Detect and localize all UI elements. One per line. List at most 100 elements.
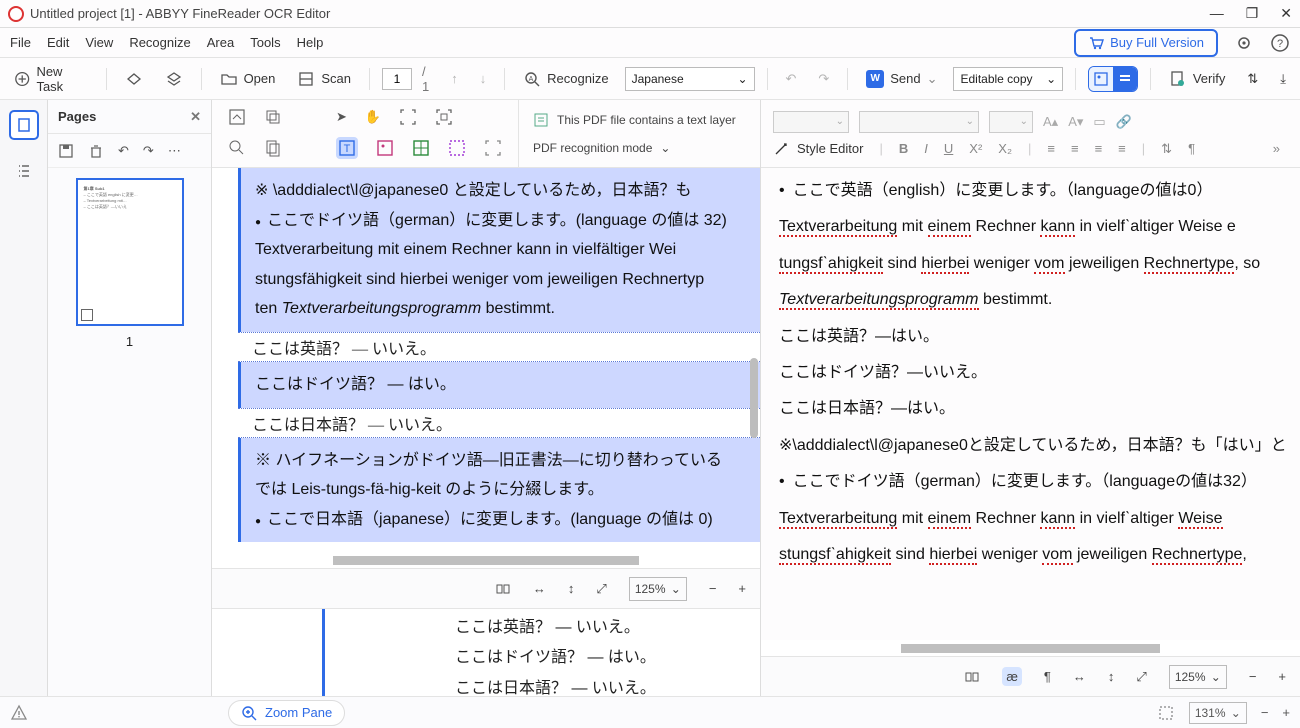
- vert-arrows-icon[interactable]: ↕: [1108, 669, 1115, 684]
- align-right-icon[interactable]: ≡: [1095, 141, 1103, 156]
- superscript-button[interactable]: X²: [969, 141, 982, 156]
- layout-toggle-1-icon[interactable]: [119, 66, 149, 92]
- copy-text-icon[interactable]: [264, 139, 282, 157]
- prev-page-button[interactable]: ↑: [445, 67, 464, 90]
- language-select[interactable]: Japanese⌄: [625, 67, 755, 91]
- horiz-arrows-icon[interactable]: ↔: [1073, 669, 1086, 684]
- picture-area-tool-icon[interactable]: [376, 139, 394, 157]
- crop-corners-icon[interactable]: [399, 108, 417, 126]
- text-area-tool-icon[interactable]: T: [336, 137, 358, 159]
- align-justify-icon[interactable]: ≡: [1118, 141, 1126, 156]
- subscript-button[interactable]: X₂: [998, 141, 1012, 156]
- align-center-icon[interactable]: ≡: [1071, 141, 1079, 156]
- highlight-icon[interactable]: ▭: [1093, 114, 1105, 130]
- footer-zoom-in-button[interactable]: +: [1282, 705, 1290, 720]
- split-view-icon[interactable]: [964, 669, 980, 685]
- goto-end-icon[interactable]: ⤓: [1274, 67, 1292, 91]
- help-icon[interactable]: ?: [1270, 33, 1290, 53]
- bold-button[interactable]: B: [899, 141, 908, 156]
- sort-asc-icon[interactable]: ⇅: [1241, 67, 1264, 91]
- link-icon[interactable]: 🔗: [1116, 114, 1132, 130]
- fit-width-icon[interactable]: [495, 581, 511, 597]
- menu-recognize[interactable]: Recognize: [129, 35, 190, 50]
- new-task-button[interactable]: New Task: [8, 60, 94, 98]
- vert-arrows-icon[interactable]: ↕: [568, 581, 575, 596]
- undo-button[interactable]: ↶: [779, 67, 802, 91]
- redo-page-icon[interactable]: ↷: [143, 143, 154, 159]
- redo-button[interactable]: ↷: [812, 67, 835, 91]
- font-family-select[interactable]: ⌄: [773, 111, 849, 133]
- zoom-in-button[interactable]: +: [738, 581, 746, 596]
- tab-document-icon[interactable]: [9, 110, 39, 140]
- recognize-button[interactable]: A Recognize: [517, 66, 614, 92]
- zoom-out-button[interactable]: −: [709, 581, 717, 596]
- image-document-view[interactable]: ※ \adddialect\l@japanese0 と設定しているため，日本語？…: [212, 168, 760, 552]
- menu-tools[interactable]: Tools: [250, 35, 280, 50]
- zoom-pane-view[interactable]: ここは英語？ — いいえ。 ここはドイツ語？ — はい。 ここは日本語？ — い…: [212, 608, 760, 696]
- font-size-select[interactable]: ⌄: [989, 111, 1033, 133]
- menu-view[interactable]: View: [85, 35, 113, 50]
- text-zoom-select[interactable]: 125%⌄: [1169, 665, 1227, 689]
- open-button[interactable]: Open: [214, 66, 282, 92]
- menu-file[interactable]: File: [10, 35, 31, 50]
- increase-font-icon[interactable]: A▴: [1043, 114, 1058, 130]
- zoom-in-button[interactable]: +: [1278, 669, 1286, 684]
- footer-zoom-out-button[interactable]: −: [1261, 705, 1269, 720]
- warning-icon[interactable]: [10, 704, 28, 722]
- hand-tool-icon[interactable]: ✋: [365, 109, 381, 125]
- expand-icon[interactable]: ⤢: [596, 581, 606, 597]
- send-button[interactable]: W Send ⌄: [860, 66, 943, 92]
- overflow-icon[interactable]: »: [1273, 141, 1280, 156]
- layout-toggle-2-icon[interactable]: [159, 66, 189, 92]
- vertical-scrollbar[interactable]: [750, 358, 758, 438]
- para-style-select[interactable]: ⌄: [859, 111, 979, 133]
- page-number-input[interactable]: [382, 68, 412, 90]
- menu-area[interactable]: Area: [207, 35, 234, 50]
- text-document-view[interactable]: ここで英語（english）に変更します。（languageの値は0） Text…: [761, 168, 1300, 640]
- minimize-button[interactable]: ―: [1210, 5, 1224, 22]
- next-page-button[interactable]: ↓: [474, 67, 493, 90]
- background-area-tool-icon[interactable]: [448, 139, 466, 157]
- copy-mode-select[interactable]: Editable copy⌄: [953, 67, 1063, 91]
- close-button[interactable]: ✕: [1280, 5, 1292, 22]
- maximize-button[interactable]: ❐: [1246, 5, 1259, 22]
- text-horizontal-scrollbar[interactable]: [761, 640, 1300, 656]
- scan-button[interactable]: Scan: [291, 66, 357, 92]
- table-area-tool-icon[interactable]: [412, 139, 430, 157]
- view-mode-toggle[interactable]: [1088, 66, 1138, 92]
- crop-corners-out-icon[interactable]: [435, 108, 453, 126]
- verify-button[interactable]: Verify: [1163, 66, 1232, 92]
- pilcrow-icon[interactable]: ¶: [1044, 669, 1051, 684]
- line-spacing-icon[interactable]: ⇅: [1161, 141, 1172, 157]
- image-zoom-select[interactable]: 125%⌄: [629, 577, 687, 601]
- horizontal-scrollbar[interactable]: [212, 552, 760, 568]
- footer-zoom-select[interactable]: 131%⌄: [1189, 702, 1247, 724]
- recognition-mode-dropdown[interactable]: PDF recognition mode⌄: [533, 141, 736, 155]
- expand-icon[interactable]: ⤢: [1136, 669, 1146, 685]
- selection-mode-icon[interactable]: [1157, 704, 1175, 722]
- italic-button[interactable]: I: [924, 141, 928, 156]
- view-mode-image-icon[interactable]: [1089, 67, 1113, 91]
- view-mode-text-icon[interactable]: [1113, 67, 1137, 91]
- special-chars-icon[interactable]: æ: [1002, 667, 1022, 686]
- ocr-area-icon[interactable]: [228, 139, 246, 157]
- zoom-pane-button[interactable]: Zoom Pane: [228, 700, 345, 726]
- more-page-icon[interactable]: ⋯: [168, 143, 181, 159]
- close-panel-icon[interactable]: ✕: [190, 109, 201, 125]
- align-left-icon[interactable]: ≡: [1047, 141, 1055, 156]
- horiz-arrows-icon[interactable]: ↔: [533, 581, 546, 596]
- tab-outline-icon[interactable]: [15, 162, 33, 180]
- delete-page-icon[interactable]: [88, 143, 104, 159]
- edit-image-icon[interactable]: [228, 108, 246, 126]
- undo-page-icon[interactable]: ↶: [118, 143, 129, 159]
- pointer-tool-icon[interactable]: ➤: [336, 109, 347, 125]
- copy-area-icon[interactable]: [264, 108, 282, 126]
- menu-help[interactable]: Help: [297, 35, 324, 50]
- fullscreen-area-icon[interactable]: [484, 139, 502, 157]
- page-thumbnail-1[interactable]: 第1章 Sub1 – ここで英語 english に変更… – Textvera…: [76, 178, 184, 326]
- decrease-font-icon[interactable]: A▾: [1068, 114, 1083, 130]
- underline-button[interactable]: U: [944, 141, 953, 156]
- zoom-out-button[interactable]: −: [1249, 669, 1257, 684]
- style-editor-button[interactable]: Style Editor: [773, 141, 863, 157]
- buy-full-version-button[interactable]: Buy Full Version: [1074, 29, 1218, 57]
